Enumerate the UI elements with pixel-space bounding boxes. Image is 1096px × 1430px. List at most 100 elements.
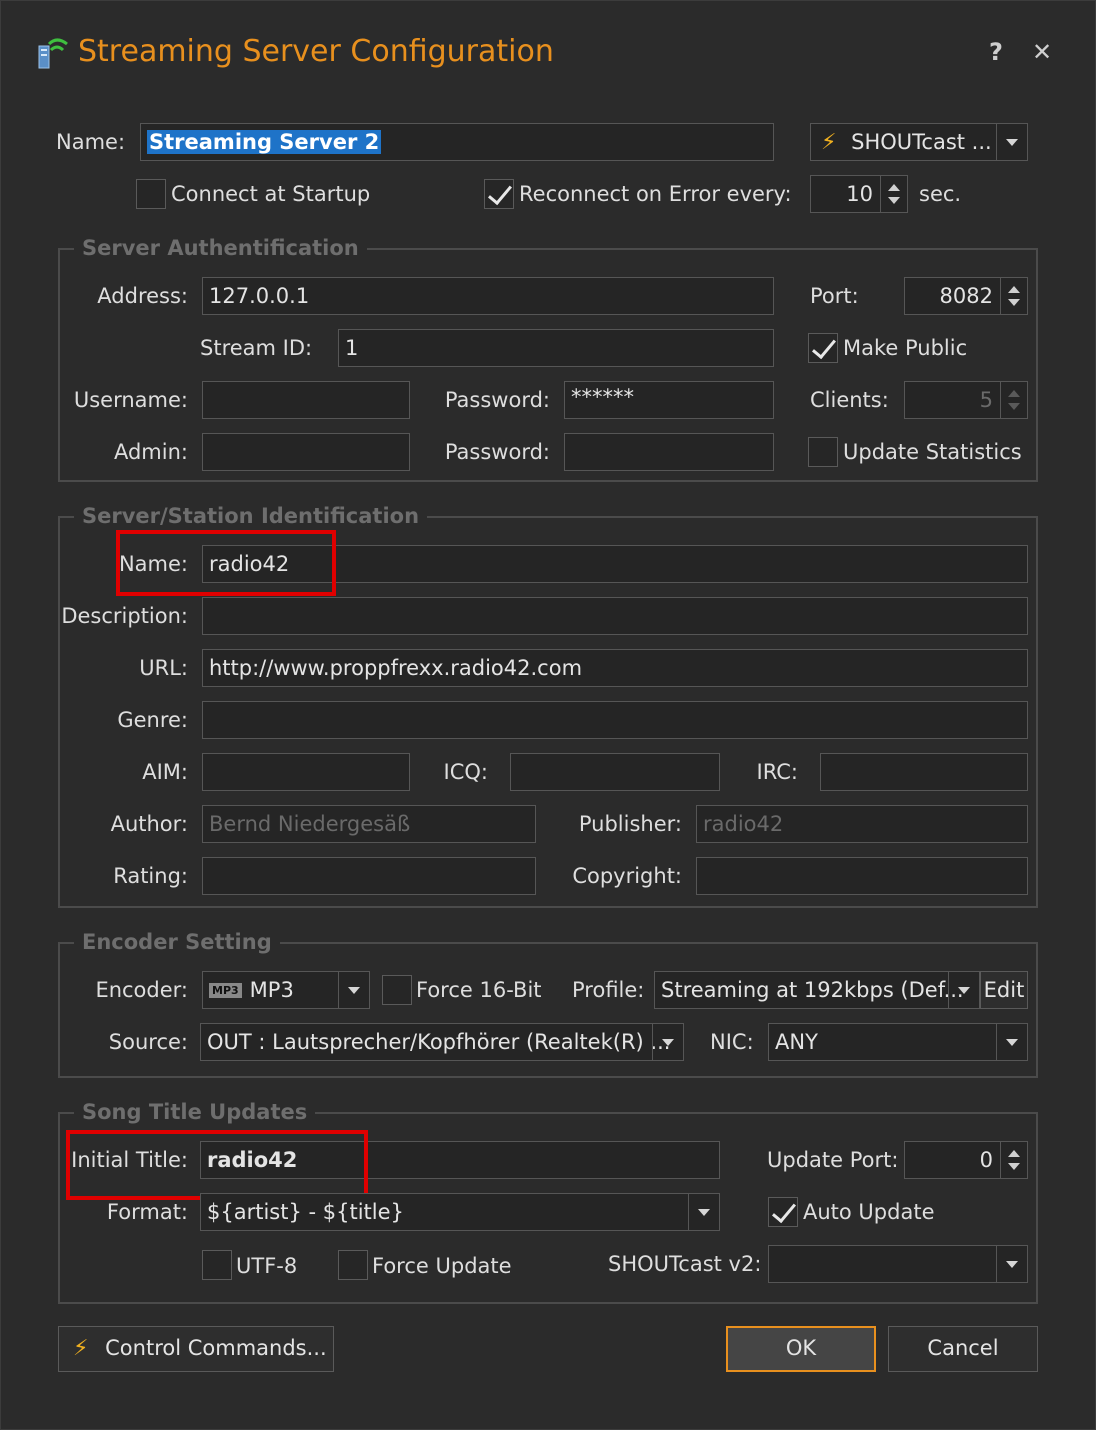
chevron-down-icon[interactable] [652, 1024, 683, 1060]
name-label: Name: [56, 130, 126, 154]
username-input[interactable] [202, 381, 410, 419]
chevron-down-icon[interactable] [996, 1024, 1027, 1060]
stream-id-input[interactable]: 1 [338, 329, 774, 367]
publisher-label: Publisher: [578, 812, 682, 836]
force-update-checkbox[interactable] [338, 1250, 368, 1280]
auto-update-label: Auto Update [803, 1200, 935, 1224]
lightning-icon: ⚡ [73, 1336, 89, 1361]
spinner-arrows-icon[interactable] [1000, 1142, 1027, 1178]
address-label: Address: [97, 284, 188, 308]
copyright-input[interactable] [696, 857, 1028, 895]
username-label: Username: [73, 388, 188, 412]
password-input[interactable]: ****** [564, 381, 774, 419]
update-statistics-checkbox[interactable] [808, 437, 838, 467]
port-spinner[interactable]: 8082 [904, 277, 1028, 315]
connect-at-startup-checkbox[interactable] [136, 179, 166, 209]
port-label: Port: [810, 284, 859, 308]
nic-value: ANY [775, 1030, 818, 1054]
source-value: OUT : Lautsprecher/Kopfhörer (Realtek(R)… [207, 1030, 671, 1054]
icq-input[interactable] [510, 753, 720, 791]
chevron-down-icon[interactable] [688, 1194, 719, 1230]
spinner-arrows-icon[interactable] [1000, 382, 1027, 418]
app-icon [36, 36, 70, 70]
admin-password-label: Password: [444, 440, 550, 464]
profile-label: Profile: [572, 978, 645, 1002]
genre-label: Genre: [117, 708, 188, 732]
description-label: Description: [61, 604, 188, 628]
admin-input[interactable] [202, 433, 410, 471]
name-input[interactable]: Streaming Server 2 [140, 123, 774, 161]
admin-label: Admin: [113, 440, 188, 464]
close-button[interactable]: ✕ [1028, 38, 1056, 68]
clients-value: 5 [979, 388, 993, 412]
station-ident-legend: Server/Station Identification [74, 501, 428, 531]
url-label: URL: [139, 656, 188, 680]
chevron-down-icon[interactable] [948, 972, 979, 1008]
author-input[interactable]: Bernd Niedergesäß [202, 805, 536, 843]
description-input[interactable] [202, 597, 1028, 635]
aim-input[interactable] [202, 753, 410, 791]
spinner-arrows-icon[interactable] [880, 176, 907, 212]
reconnect-label: Reconnect on Error every: [519, 182, 792, 206]
address-input[interactable]: 127.0.0.1 [202, 277, 774, 315]
source-dropdown[interactable]: OUT : Lautsprecher/Kopfhörer (Realtek(R)… [200, 1023, 684, 1061]
help-button[interactable]: ? [982, 38, 1010, 68]
url-input[interactable]: http://www.proppfrexx.radio42.com [202, 649, 1028, 687]
force-16bit-label: Force 16-Bit [416, 978, 542, 1002]
password-label: Password: [444, 388, 550, 412]
publisher-input[interactable]: radio42 [696, 805, 1028, 843]
irc-input[interactable] [820, 753, 1028, 791]
genre-input[interactable] [202, 701, 1028, 739]
chevron-down-icon[interactable] [996, 124, 1027, 160]
rating-input[interactable] [202, 857, 536, 895]
sec-label: sec. [919, 182, 962, 206]
chevron-down-icon[interactable] [996, 1246, 1027, 1282]
force-16bit-checkbox[interactable] [382, 975, 412, 1005]
update-port-label: Update Port: [767, 1148, 899, 1172]
clients-spinner[interactable]: 5 [904, 381, 1028, 419]
cancel-button[interactable]: Cancel [888, 1326, 1038, 1372]
profile-value: Streaming at 192kbps (Def... [661, 978, 964, 1002]
window-title: Streaming Server Configuration [78, 34, 554, 69]
chevron-down-icon[interactable] [338, 972, 369, 1008]
checkmark-icon [812, 333, 836, 360]
reconnect-checkbox[interactable] [484, 179, 514, 209]
admin-password-input[interactable] [564, 433, 774, 471]
encoder-label: Encoder: [95, 978, 188, 1002]
irc-label: IRC: [756, 760, 798, 784]
control-commands-button[interactable]: ⚡ Control Commands... [58, 1326, 334, 1372]
ok-button[interactable]: OK [726, 1326, 876, 1372]
checkmark-icon [488, 179, 512, 206]
source-label: Source: [108, 1030, 188, 1054]
server-type-value: SHOUTcast ... [851, 130, 992, 154]
spinner-arrows-icon[interactable] [1000, 278, 1027, 314]
shoutcast-v2-dropdown[interactable] [768, 1245, 1028, 1283]
control-commands-label: Control Commands... [105, 1336, 327, 1360]
stream-id-label: Stream ID: [200, 336, 313, 360]
update-port-spinner[interactable]: 0 [904, 1141, 1028, 1179]
profile-dropdown[interactable]: Streaming at 192kbps (Def... [654, 971, 980, 1009]
encoder-dropdown[interactable]: MP3 MP3 [202, 971, 370, 1009]
utf8-checkbox[interactable] [202, 1250, 232, 1280]
format-dropdown[interactable]: ${artist} - ${title} [200, 1193, 720, 1231]
reconnect-seconds-spinner[interactable]: 10 [810, 175, 908, 213]
lightning-icon: ⚡ [821, 130, 837, 155]
server-type-dropdown[interactable]: ⚡ SHOUTcast ... [810, 123, 1028, 161]
port-value: 8082 [939, 284, 993, 308]
make-public-checkbox[interactable] [808, 333, 838, 363]
song-title-legend: Song Title Updates [74, 1097, 316, 1127]
utf8-label: UTF-8 [236, 1254, 298, 1278]
mp3-icon: MP3 [209, 983, 242, 998]
nic-dropdown[interactable]: ANY [768, 1023, 1028, 1061]
encoder-value: MP3 [249, 978, 294, 1002]
server-auth-legend: Server Authentification [74, 233, 367, 263]
update-statistics-label: Update Statistics [843, 440, 1022, 464]
nic-label: NIC: [710, 1030, 754, 1054]
author-label: Author: [110, 812, 188, 836]
annotation-highlight-box [66, 1130, 368, 1200]
edit-profile-button[interactable]: Edit [980, 971, 1028, 1009]
shoutcast-v2-label: SHOUTcast v2: [608, 1252, 762, 1276]
annotation-highlight-box [116, 530, 336, 596]
auto-update-checkbox[interactable] [768, 1197, 798, 1227]
clients-label: Clients: [810, 388, 889, 412]
